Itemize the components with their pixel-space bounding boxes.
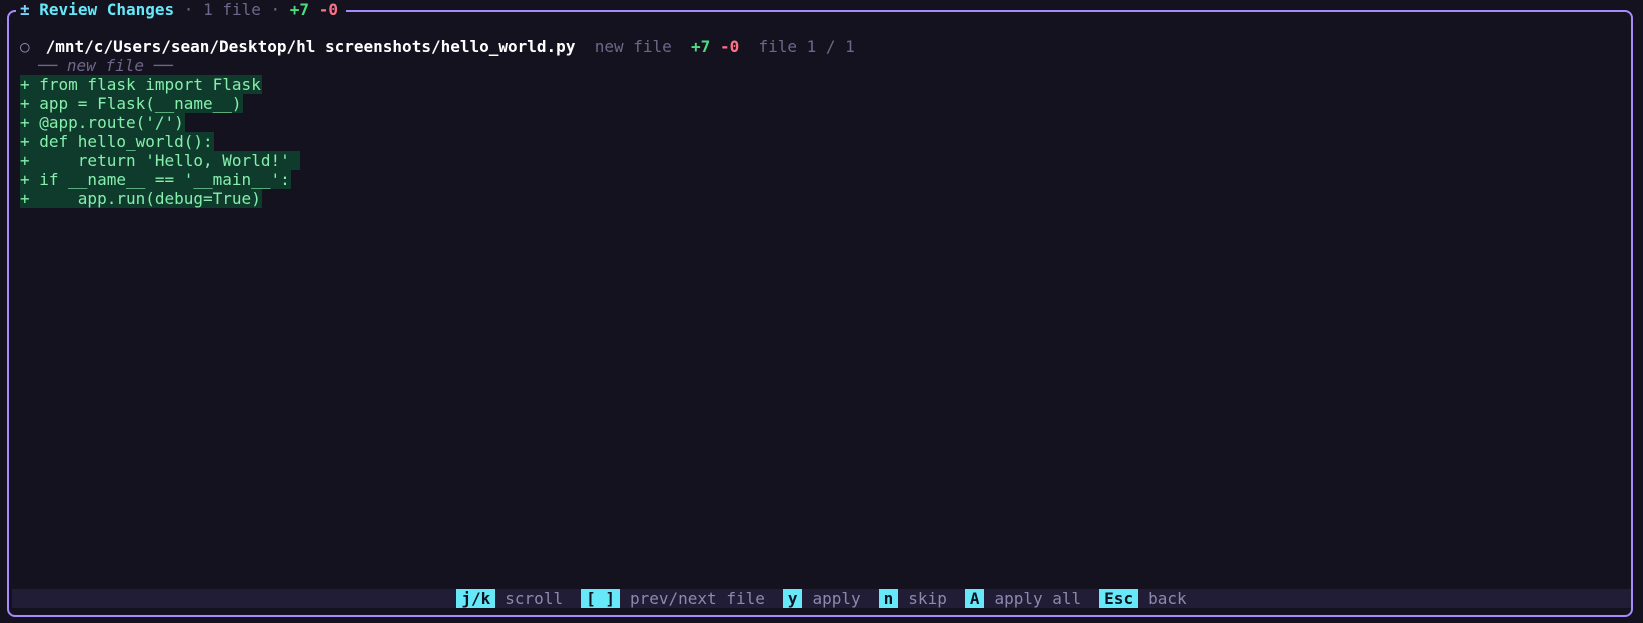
total-deletions: -0 <box>318 0 338 19</box>
file-additions: +7 <box>691 37 711 56</box>
diff-line-added: + @app.route('/') <box>20 113 185 132</box>
title-separator: · <box>183 0 194 19</box>
new-file-marker: ── new file ── <box>38 56 173 75</box>
hint-apply-all[interactable]: A apply all <box>964 589 1082 608</box>
title-separator: · <box>270 0 281 19</box>
diff-line-added: + if __name__ == '__main__': <box>20 170 291 189</box>
file-position: file 1 / 1 <box>758 37 855 56</box>
diff-line-added: + app = Flask(__name__) <box>20 94 243 113</box>
hint-label: prev/next file <box>629 589 765 608</box>
keybinding-footer: j/k scroll [ ] prev/next file y apply n … <box>12 589 1631 608</box>
total-additions: +7 <box>289 0 310 19</box>
panel-title-text: Review Changes <box>39 0 175 19</box>
plus-minus-icon: ± <box>20 0 30 19</box>
diff-line-added: + def hello_world(): <box>20 132 214 151</box>
file-header[interactable]: ○ /mnt/c/Users/sean/Desktop/hl screensho… <box>20 37 855 57</box>
file-count: 1 file <box>203 0 261 19</box>
diff-line-added: + from flask import Flask <box>20 75 262 94</box>
key-badge: j/k <box>456 589 496 608</box>
hint-label: scroll <box>505 589 564 608</box>
diff-line-added: + return 'Hello, World!' <box>20 151 301 170</box>
file-path: /mnt/c/Users/sean/Desktop/hl screenshots… <box>45 37 576 56</box>
file-status-icon: ○ <box>20 37 30 56</box>
diff-line-added: + app.run(debug=True) <box>20 189 262 208</box>
hint-label: back <box>1148 589 1187 608</box>
hint-skip[interactable]: n skip <box>878 589 947 608</box>
hint-label: apply all <box>994 589 1082 608</box>
key-badge: y <box>782 589 803 608</box>
hint-scroll[interactable]: j/k scroll <box>456 589 563 608</box>
key-badge: [ ] <box>581 589 620 608</box>
hint-back[interactable]: Esc back <box>1099 589 1187 608</box>
hint-apply[interactable]: y apply <box>782 589 861 608</box>
panel-title: ± Review Changes · 1 file · +7 -0 <box>16 0 346 20</box>
file-status: new file <box>594 37 672 56</box>
file-deletions: -0 <box>719 37 740 56</box>
key-badge: Esc <box>1099 589 1139 608</box>
diff-view[interactable]: + from flask import Flask + app = Flask(… <box>20 75 301 208</box>
key-badge: A <box>964 589 985 608</box>
hint-label: skip <box>908 589 947 608</box>
hint-label: apply <box>812 589 861 608</box>
hint-prev-next-file[interactable]: [ ] prev/next file <box>581 589 765 608</box>
key-badge: n <box>878 589 899 608</box>
